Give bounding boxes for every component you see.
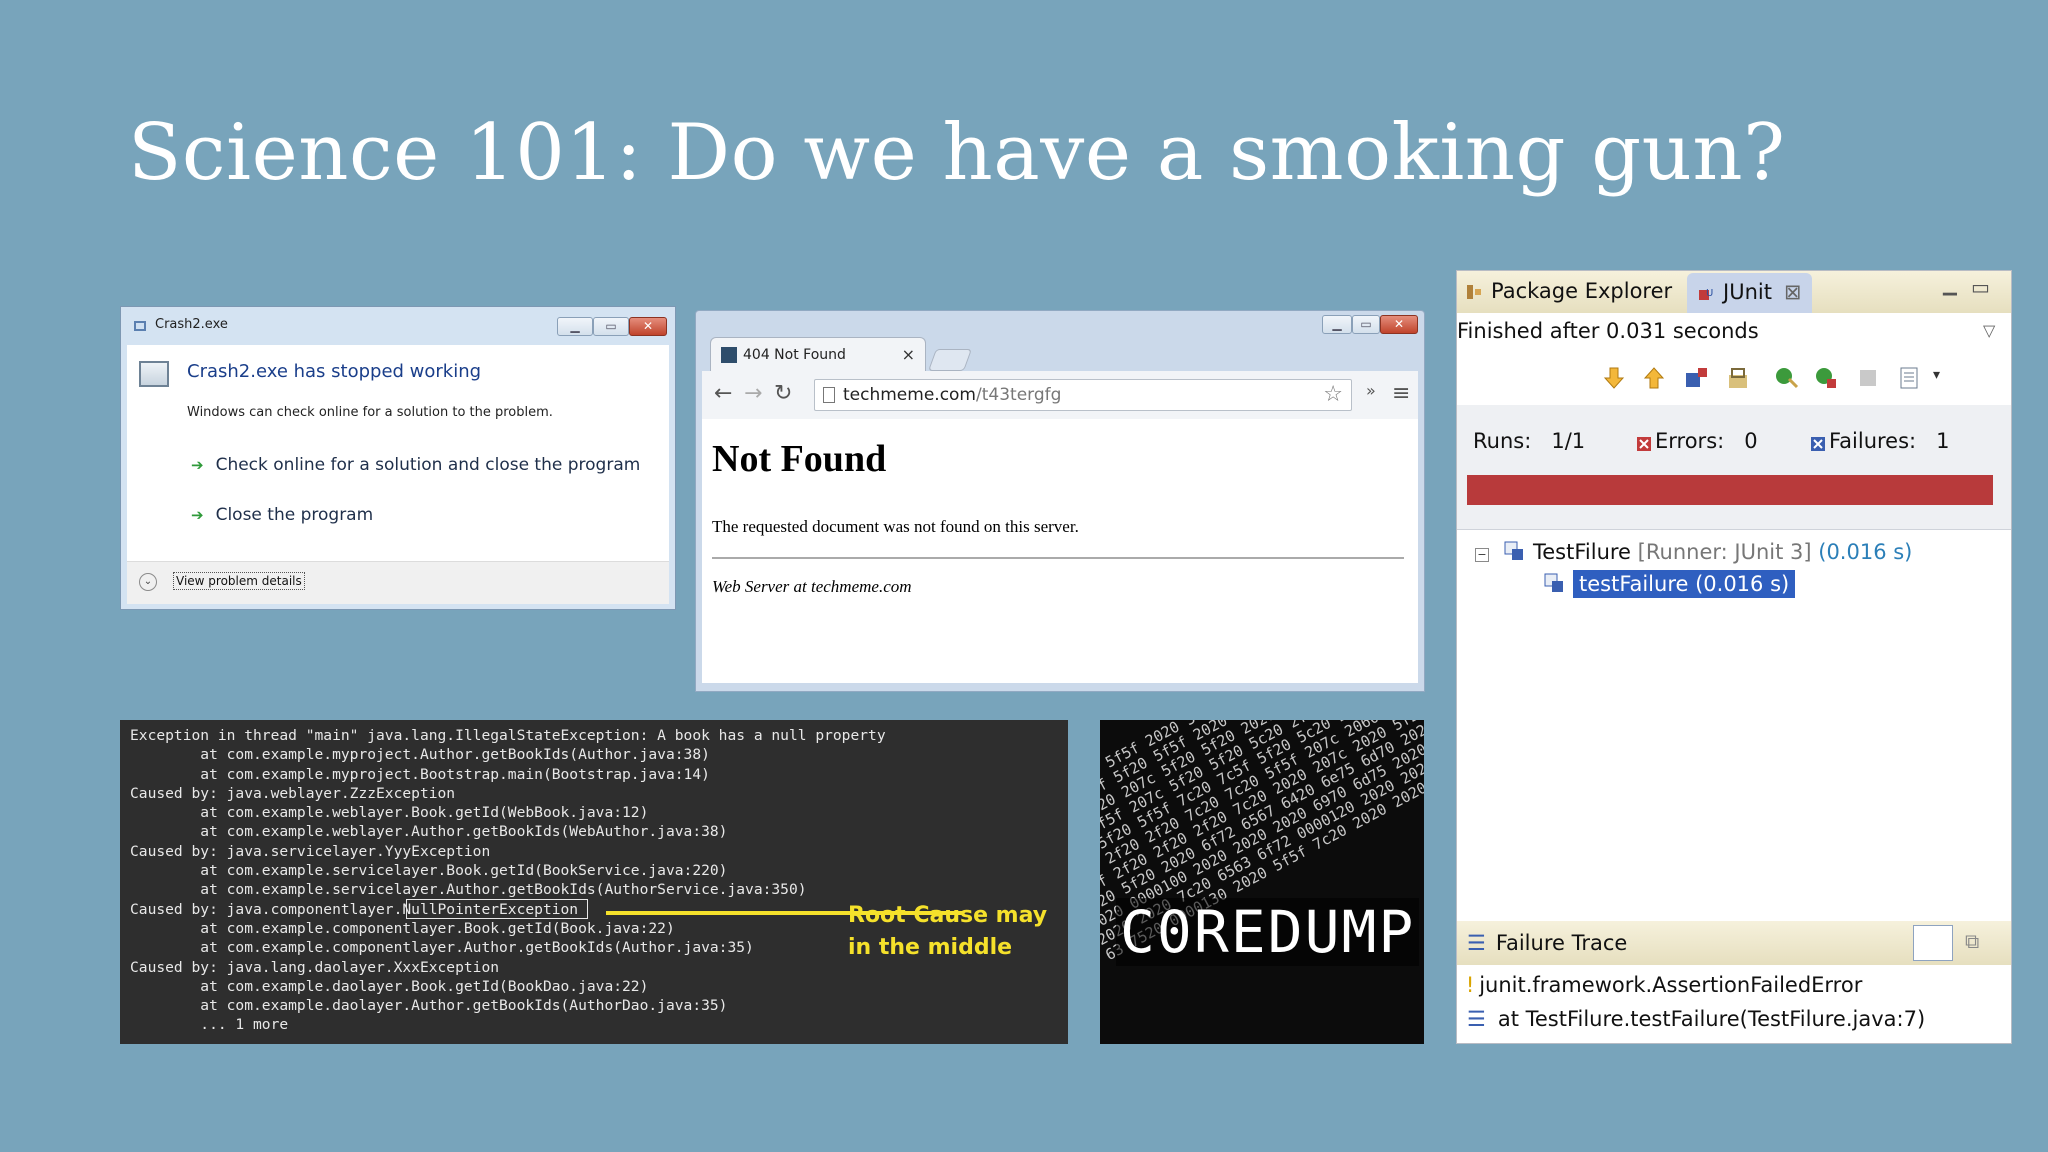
tab-junit[interactable]: U JUnit ⊠ — [1687, 273, 1812, 313]
stack-frame-icon: ☰ — [1467, 1007, 1486, 1031]
green-arrow-icon: ➔ — [191, 456, 204, 474]
test-case-failed-icon — [1544, 573, 1563, 592]
dialog-heading: Crash2.exe has stopped working — [187, 361, 482, 382]
maximize-button[interactable]: ▭ — [1352, 315, 1380, 334]
dialog-title: Crash2.exe — [155, 317, 228, 332]
junit-view: Package Explorer U JUnit ⊠ ▁ ▭ Finished af… — [1456, 270, 2012, 1044]
failures-counter: Failures: 1 — [1811, 429, 1950, 453]
view-tab-bar: Package Explorer U JUnit ⊠ ▁ ▭ — [1457, 271, 2011, 313]
menu-icon[interactable]: ≡ — [1392, 381, 1410, 406]
show-failures-only-icon[interactable] — [1683, 365, 1709, 391]
server-signature: Web Server at techmeme.com — [712, 577, 912, 596]
slide-title: Science 101: Do we have a smoking gun? — [128, 108, 1786, 198]
browser-window: ▁ ▭ ✕ 404 Not Found × ← → ↻ techmeme.com… — [695, 310, 1425, 692]
rerun-test-icon[interactable] — [1773, 365, 1799, 391]
history-dropdown-icon[interactable]: ▾ — [1933, 367, 1940, 383]
junit-icon: U — [1699, 288, 1713, 300]
browser-toolbar: ← → ↻ techmeme.com/t43tergfg ☆ » ≡ — [702, 371, 1418, 420]
root-cause-annotation: Root Cause may in the middle — [848, 903, 1048, 960]
reload-icon[interactable]: ↻ — [774, 381, 792, 406]
collapse-icon[interactable]: − — [1475, 548, 1489, 562]
view-menu-icon[interactable]: ▽ — [1983, 321, 1995, 340]
stack-trace-console: Exception in thread "main" java.lang.Ill… — [120, 720, 1068, 1044]
root-cause-highlight — [406, 899, 588, 919]
close-button[interactable]: ✕ — [1380, 315, 1418, 334]
close-button[interactable]: ✕ — [629, 317, 667, 336]
console-output: Exception in thread "main" java.lang.Ill… — [130, 727, 886, 1034]
tab-close-icon[interactable]: ⊠ — [1784, 280, 1802, 304]
dialog-subtext: Windows can check online for a solution … — [187, 405, 553, 420]
coredump-image: 2020 2020 5f5f 2020 5f5f 5f7c 2020 205f … — [1100, 720, 1424, 1044]
previous-failure-icon[interactable] — [1641, 365, 1667, 391]
tab-package-explorer[interactable]: Package Explorer — [1465, 279, 1672, 303]
crash-dialog: Crash2.exe ▁ ▭ ✕ Crash2.exe has stopped … — [120, 306, 676, 610]
test-suite-icon — [1504, 541, 1523, 560]
test-tree: − TestFilure [Runner: JUnit 3] (0.016 s)… — [1457, 529, 2011, 914]
maximize-button[interactable]: ▭ — [593, 317, 629, 336]
assertion-icon: ǃ — [1467, 973, 1474, 997]
run-status: Finished after 0.031 seconds — [1457, 319, 1759, 343]
coredump-word: C0REDUMP — [1116, 898, 1420, 966]
back-icon[interactable]: ← — [714, 381, 732, 406]
option-label: Check online for a solution and close th… — [215, 455, 641, 475]
green-arrow-icon: ➔ — [191, 506, 204, 524]
trace-line[interactable]: ǃ junit.framework.AssertionFailedError — [1467, 973, 1862, 997]
stack-trace-icon: ☰ — [1467, 931, 1486, 955]
dialog-footer: ⌄ View problem details — [127, 561, 669, 604]
url-text: techmeme.com/t43tergfg — [843, 385, 1062, 405]
test-progress-bar — [1467, 475, 1993, 505]
view-problem-details-link[interactable]: View problem details — [173, 572, 305, 590]
chevron-down-icon[interactable]: ⌄ — [139, 573, 157, 591]
page-heading: Not Found — [712, 438, 887, 480]
failure-icon — [1811, 437, 1825, 451]
test-case-node[interactable]: testFailure (0.016 s) — [1543, 570, 1796, 598]
page-icon — [823, 387, 835, 403]
tab-title: 404 Not Found — [743, 347, 846, 363]
app-icon — [134, 321, 146, 331]
svg-text:U: U — [1706, 288, 1713, 299]
favicon-icon — [721, 347, 737, 363]
test-suite-node[interactable]: TestFilure [Runner: JUnit 3] (0.016 s) — [1503, 540, 1912, 564]
next-failure-icon[interactable] — [1601, 365, 1627, 391]
tab-close-icon[interactable]: × — [902, 345, 915, 364]
program-icon — [139, 361, 169, 387]
package-explorer-icon — [1467, 285, 1481, 299]
maximize-view-icon[interactable]: ▭ — [1971, 275, 1990, 299]
trace-line[interactable]: ☰ at TestFilure.testFailure(TestFilure.ja… — [1467, 1007, 1925, 1031]
compare-results-icon[interactable]: ⧉ — [1965, 929, 1979, 953]
scroll-lock-icon[interactable] — [1725, 365, 1751, 391]
test-run-history-icon[interactable] — [1897, 365, 1923, 391]
error-icon — [1637, 437, 1651, 451]
errors-counter: Errors: 0 — [1637, 429, 1758, 453]
minimize-button[interactable]: ▁ — [1322, 315, 1352, 334]
extensions-overflow-icon[interactable]: » — [1366, 381, 1376, 400]
failure-trace-label: ☰ Failure Trace — [1467, 931, 1628, 955]
junit-toolbar: ▾ — [1457, 351, 2011, 405]
option-label: Close the program — [215, 505, 374, 525]
error-message: The requested document was not found on … — [712, 517, 1079, 536]
stop-icon[interactable] — [1855, 365, 1881, 391]
close-program-option[interactable]: ➔ Close the program — [191, 505, 373, 525]
dialog-titlebar[interactable]: Crash2.exe ▁ ▭ ✕ — [121, 307, 675, 345]
minimize-button[interactable]: ▁ — [557, 317, 593, 336]
page-content: Not Found The requested document was not… — [702, 419, 1418, 683]
run-counters: Runs: 1/1 Errors: 0 Failures: 1 — [1457, 405, 2011, 529]
runs-counter: Runs: 1/1 — [1473, 429, 1586, 453]
browser-tab[interactable]: 404 Not Found × — [710, 337, 926, 372]
minimize-view-icon[interactable]: ▁ — [1943, 275, 1957, 296]
forward-icon[interactable]: → — [744, 381, 762, 406]
dialog-body: Crash2.exe has stopped working Windows c… — [127, 345, 669, 561]
address-bar[interactable]: techmeme.com/t43tergfg ☆ — [814, 379, 1352, 411]
filter-stack-trace-button[interactable] — [1913, 925, 1953, 961]
failure-trace-header: ☰ Failure Trace ⧉ — [1457, 921, 2011, 965]
new-tab-button[interactable] — [927, 349, 973, 371]
rerun-failed-first-icon[interactable] — [1813, 365, 1839, 391]
bookmark-star-icon[interactable]: ☆ — [1323, 382, 1343, 407]
divider — [712, 557, 1404, 559]
check-online-option[interactable]: ➔ Check online for a solution and close t… — [191, 455, 640, 475]
